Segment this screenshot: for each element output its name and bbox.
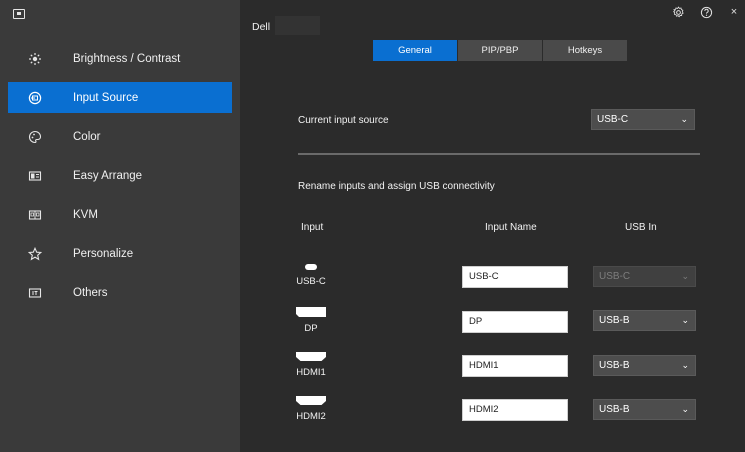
sidebar-item-kvm[interactable]: KVM: [8, 199, 232, 230]
usb-in-select-hdmi2[interactable]: USB-B ⌄: [593, 399, 696, 420]
usb-in-select-usb-c: USB-C ⌄: [593, 266, 696, 287]
input-source-icon: [28, 91, 42, 105]
displayport-icon: [296, 307, 326, 317]
port-label: HDMI1: [296, 367, 326, 378]
window-controls: ×: [671, 5, 745, 19]
monitor-selector[interactable]: [275, 16, 320, 35]
input-name-field-usb-c[interactable]: USB-C: [462, 266, 568, 288]
sidebar-item-personalize[interactable]: Personalize: [8, 238, 232, 269]
tab-general[interactable]: General: [373, 40, 457, 61]
sidebar: Brightness / Contrast Input Source Color…: [0, 0, 240, 452]
sidebar-item-others[interactable]: Others: [8, 277, 232, 308]
sidebar-item-label: Personalize: [73, 247, 134, 260]
close-icon[interactable]: ×: [727, 5, 741, 19]
chevron-down-icon: ⌄: [680, 114, 688, 124]
column-header-input: Input: [301, 222, 324, 233]
color-palette-icon: [28, 130, 42, 144]
monitor-name: Dell: [252, 21, 271, 33]
app-monitor-icon: [13, 9, 25, 19]
main-panel: Dell × General PIP/PBP Hotkeys Current i…: [240, 0, 745, 452]
usb-in-value: USB-B: [599, 360, 630, 371]
chevron-down-icon: ⌄: [681, 404, 689, 414]
port-hdmi2: HDMI2: [296, 396, 326, 422]
port-label: DP: [304, 323, 318, 334]
brightness-icon: [28, 52, 42, 66]
usb-in-value: USB-B: [599, 315, 630, 326]
sidebar-item-label: KVM: [73, 208, 98, 221]
tab-pip-pbp[interactable]: PIP/PBP: [458, 40, 542, 61]
usb-c-port-icon: [305, 264, 317, 270]
sidebar-item-color[interactable]: Color: [8, 121, 232, 152]
usb-in-value: USB-B: [599, 404, 630, 415]
others-icon: [28, 286, 42, 300]
column-header-usb-in: USB In: [625, 222, 657, 233]
port-hdmi1: HDMI1: [296, 352, 326, 378]
sidebar-item-label: Color: [73, 130, 101, 143]
tab-hotkeys[interactable]: Hotkeys: [543, 40, 627, 61]
sidebar-item-easy-arrange[interactable]: Easy Arrange: [8, 160, 232, 191]
usb-in-select-hdmi1[interactable]: USB-B ⌄: [593, 355, 696, 376]
hdmi-port-icon: [296, 396, 326, 405]
chevron-down-icon: ⌄: [681, 315, 689, 325]
chevron-down-icon: ⌄: [681, 271, 689, 281]
sidebar-item-input-source[interactable]: Input Source: [8, 82, 232, 113]
sidebar-nav: Brightness / Contrast Input Source Color…: [0, 43, 240, 316]
port-usb-c: USB-C: [296, 264, 326, 287]
input-name-field-hdmi2[interactable]: HDMI2: [462, 399, 568, 421]
current-input-label: Current input source: [298, 115, 389, 126]
kvm-icon: [28, 208, 42, 222]
current-input-value: USB-C: [597, 114, 629, 125]
divider: [298, 153, 700, 155]
sidebar-item-label: Brightness / Contrast: [73, 52, 181, 65]
column-header-input-name: Input Name: [485, 222, 537, 233]
port-label: HDMI2: [296, 411, 326, 422]
hdmi-port-icon: [296, 352, 326, 361]
rename-heading: Rename inputs and assign USB connectivit…: [298, 181, 495, 192]
settings-gear-icon[interactable]: [671, 5, 685, 19]
sidebar-item-label: Input Source: [73, 91, 139, 104]
port-label: USB-C: [296, 276, 326, 287]
sidebar-item-label: Easy Arrange: [73, 169, 143, 182]
easy-arrange-icon: [28, 169, 42, 183]
port-dp: DP: [296, 307, 326, 334]
help-icon[interactable]: [699, 5, 713, 19]
tab-bar: General PIP/PBP Hotkeys: [373, 40, 628, 61]
input-name-field-hdmi1[interactable]: HDMI1: [462, 355, 568, 377]
sidebar-item-label: Others: [73, 286, 108, 299]
star-icon: [28, 246, 42, 261]
usb-in-value: USB-C: [599, 271, 631, 282]
chevron-down-icon: ⌄: [681, 360, 689, 370]
input-name-field-dp[interactable]: DP: [462, 311, 568, 333]
sidebar-item-brightness-contrast[interactable]: Brightness / Contrast: [8, 43, 232, 74]
usb-in-select-dp[interactable]: USB-B ⌄: [593, 310, 696, 331]
current-input-select[interactable]: USB-C ⌄: [591, 109, 695, 130]
